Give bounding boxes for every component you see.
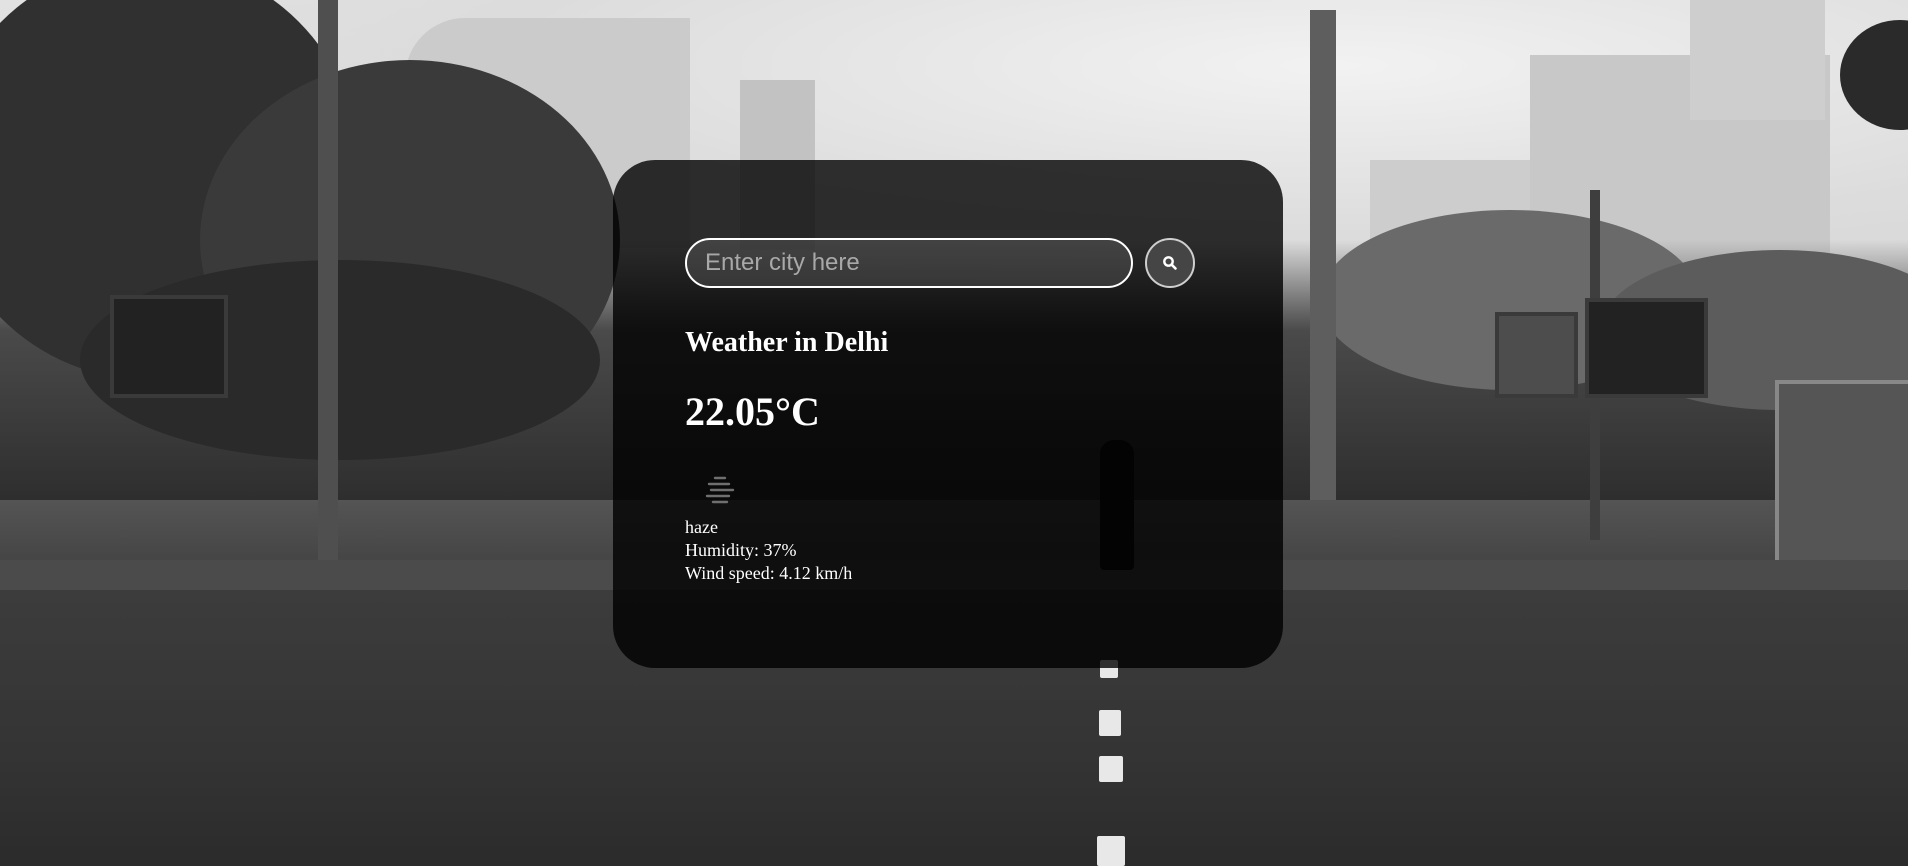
haze-icon [705, 476, 735, 503]
signboard [1495, 312, 1578, 398]
search-button[interactable] [1145, 238, 1195, 288]
city-heading: Weather in Delhi [685, 327, 889, 358]
lane-marking [1099, 710, 1121, 736]
lamp-pole [1310, 10, 1336, 500]
search-icon [1163, 256, 1177, 270]
lane-marking [1097, 836, 1125, 866]
lane-marking [1099, 756, 1123, 782]
weather-details: haze Humidity: 37% Wind speed: 4.12 km/h [685, 516, 1211, 585]
signboard [1585, 298, 1708, 398]
lamp-pole [318, 0, 338, 570]
wind-speed-text: Wind speed: 4.12 km/h [685, 562, 853, 583]
humidity-text: Humidity: 37% [685, 539, 797, 560]
temperature: 22.05°C [685, 388, 820, 434]
weather-card: Weather in Delhi 22.05°C haze Humidity: … [613, 160, 1283, 668]
search-bar [685, 238, 1211, 288]
weather-description: haze [685, 516, 718, 537]
city-search-input[interactable] [685, 238, 1133, 288]
kiosk [1775, 380, 1908, 568]
building [1690, 0, 1825, 120]
signboard [110, 295, 228, 398]
